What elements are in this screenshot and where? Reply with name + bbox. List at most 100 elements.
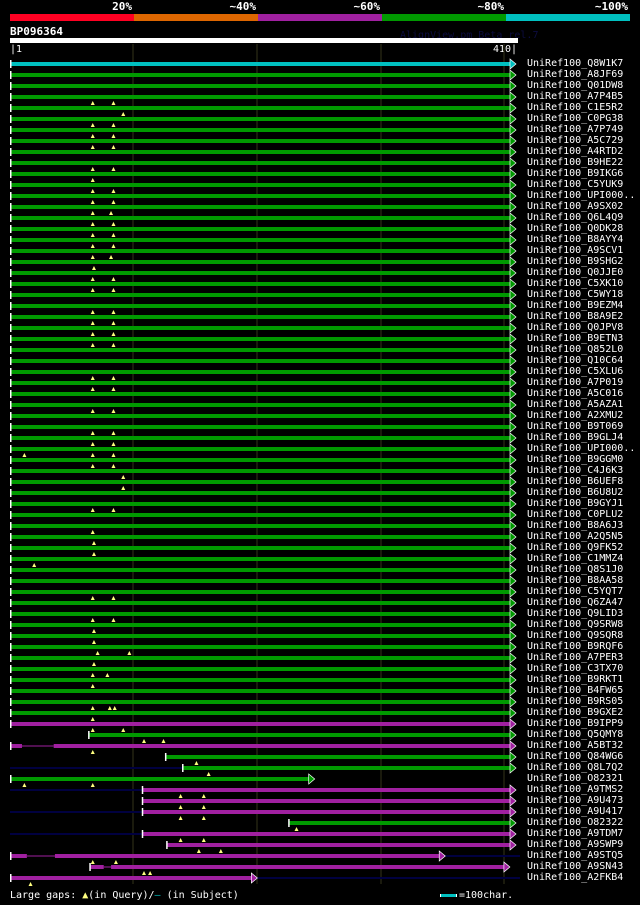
hit-label[interactable]: UniRef100_C0PLU2 — [527, 509, 623, 520]
query-gap-icon — [90, 409, 95, 413]
hit-label[interactable]: UniRef100_A8JF69 — [527, 69, 623, 80]
hit-end-arrow — [509, 839, 517, 851]
hit-start-tick — [10, 423, 12, 431]
hit-label[interactable]: UniRef100_C5YQT7 — [527, 586, 623, 597]
hit-label[interactable]: UniRef100_C5WY18 — [527, 289, 623, 300]
hit-label[interactable]: UniRef100_A2FKB4 — [527, 872, 623, 883]
hit-label[interactable]: UniRef100_B9GGM0 — [527, 454, 623, 465]
query-gap-icon — [111, 332, 116, 336]
hit-end-arrow — [509, 762, 517, 774]
hit-bar — [11, 700, 510, 704]
hit-label[interactable]: UniRef100_A9SX02 — [527, 201, 623, 212]
hit-label[interactable]: UniRef100_C5XLU6 — [527, 366, 623, 377]
hit-bar — [11, 590, 510, 594]
hit-label[interactable]: UniRef100_Q0JPV8 — [527, 322, 623, 333]
hit-label[interactable]: UniRef100_A9TMS2 — [527, 784, 623, 795]
hit-label[interactable]: UniRef100_B9HE22 — [527, 157, 623, 168]
hit-label[interactable]: UniRef100_B9RQF6 — [527, 641, 623, 652]
hit-label[interactable]: UniRef100_A7P4B5 — [527, 91, 623, 102]
hit-label[interactable]: UniRef100_A7PER3 — [527, 652, 623, 663]
hit-label[interactable]: UniRef100_Q6ZA47 — [527, 597, 623, 608]
query-gap-icon — [111, 409, 116, 413]
hit-start-tick — [10, 60, 12, 68]
hit-label[interactable]: UniRef100_B6U8U2 — [527, 487, 623, 498]
hit-bar — [11, 425, 510, 429]
hit-bar — [11, 315, 510, 319]
hit-end-arrow — [509, 410, 517, 422]
hit-label[interactable]: UniRef100_B9GYJ1 — [527, 498, 623, 509]
hit-end-arrow — [509, 190, 517, 202]
hit-label[interactable]: UniRef100_B8AYY4 — [527, 234, 623, 245]
hit-label[interactable]: UniRef100_A7P019 — [527, 377, 623, 388]
hit-label[interactable]: UniRef100_Q0JJE0 — [527, 267, 623, 278]
hit-label[interactable]: UniRef100_B9IKG6 — [527, 168, 623, 179]
hit-label[interactable]: UniRef100_Q8L7Q2 — [527, 762, 623, 773]
hit-label[interactable]: UniRef100_C1MMZ4 — [527, 553, 623, 564]
hit-label[interactable]: UniRef100_Q8S1J0 — [527, 564, 623, 575]
hit-label[interactable]: UniRef100_O82322 — [527, 817, 623, 828]
hit-label[interactable]: UniRef100_B4FW65 — [527, 685, 623, 696]
hit-label[interactable]: UniRef100_A5C016 — [527, 388, 623, 399]
hit-label[interactable]: UniRef100_UPI000.. — [527, 443, 635, 454]
hit-start-tick — [141, 808, 144, 816]
hit-label[interactable]: UniRef100_A9U417 — [527, 806, 623, 817]
hit-label[interactable]: UniRef100_Q84WG6 — [527, 751, 623, 762]
hit-label[interactable]: UniRef100_A5BT32 — [527, 740, 623, 751]
hit-label[interactable]: UniRef100_Q9SQR8 — [527, 630, 623, 641]
hit-label[interactable]: UniRef100_Q10C64 — [527, 355, 623, 366]
hit-label[interactable]: UniRef100_Q01DW8 — [527, 80, 623, 91]
hit-label[interactable]: UniRef100_C0PG38 — [527, 113, 623, 124]
hit-label[interactable]: UniRef100_Q852L0 — [527, 344, 623, 355]
hit-label[interactable]: UniRef100_A9SCV1 — [527, 245, 623, 256]
query-gap-icon — [111, 123, 116, 127]
hit-label[interactable]: UniRef100_A5C729 — [527, 135, 623, 146]
hit-start-tick — [10, 159, 12, 167]
hit-label[interactable]: UniRef100_A9SWP9 — [527, 839, 623, 850]
hit-label[interactable]: UniRef100_Q5QMY8 — [527, 729, 623, 740]
hit-label[interactable]: UniRef100_B9ETN3 — [527, 333, 623, 344]
hit-label[interactable]: UniRef100_A9TDM7 — [527, 828, 623, 839]
query-gap-icon — [90, 200, 95, 204]
hit-label[interactable]: UniRef100_A5AZA1 — [527, 399, 623, 410]
hit-label[interactable]: UniRef100_B9EZM4 — [527, 300, 623, 311]
hit-label[interactable]: UniRef100_A9STQ5 — [527, 850, 623, 861]
query-gap-icon — [111, 288, 116, 292]
hit-label[interactable]: UniRef100_B8A9E2 — [527, 311, 623, 322]
hit-label[interactable]: UniRef100_A4RTD2 — [527, 146, 623, 157]
hit-label[interactable]: UniRef100_C5YUK9 — [527, 179, 623, 190]
hit-label[interactable]: UniRef100_B9SHG2 — [527, 256, 623, 267]
hit-label[interactable]: UniRef100_C1E5R2 — [527, 102, 623, 113]
hit-label[interactable]: UniRef100_B9IPP9 — [527, 718, 623, 729]
query-gap-icon — [90, 387, 95, 391]
hit-label[interactable]: UniRef100_A2XMU2 — [527, 410, 623, 421]
hit-label[interactable]: UniRef100_B8AA58 — [527, 575, 623, 586]
hit-label[interactable]: UniRef100_C3TX70 — [527, 663, 623, 674]
hit-label[interactable]: UniRef100_B6UEF8 — [527, 476, 623, 487]
hit-label[interactable]: UniRef100_A9SN43 — [527, 861, 623, 872]
hit-label[interactable]: UniRef100_B8A6J3 — [527, 520, 623, 531]
hit-label[interactable]: UniRef100_Q0DK28 — [527, 223, 623, 234]
hit-end-arrow — [509, 784, 517, 796]
hit-label[interactable]: UniRef100_Q9LID3 — [527, 608, 623, 619]
hit-label[interactable]: UniRef100_O82321 — [527, 773, 623, 784]
hit-label[interactable]: UniRef100_Q9SRW8 — [527, 619, 623, 630]
hit-bar — [11, 722, 510, 726]
hit-label[interactable]: UniRef100_C5XK10 — [527, 278, 623, 289]
hit-start-tick — [10, 511, 12, 519]
hit-label[interactable]: UniRef100_A7P749 — [527, 124, 623, 135]
hit-label[interactable]: UniRef100_A9U473 — [527, 795, 623, 806]
hit-label[interactable]: UniRef100_Q8W1K7 — [527, 58, 623, 69]
hit-label[interactable]: UniRef100_B9GLJ4 — [527, 432, 623, 443]
hit-label[interactable]: UniRef100_B9GXE2 — [527, 707, 623, 718]
hit-label[interactable]: UniRef100_B9T069 — [527, 421, 623, 432]
hit-label[interactable]: UniRef100_Q6L4Q9 — [527, 212, 623, 223]
hit-label[interactable]: UniRef100_C4J6K3 — [527, 465, 623, 476]
hit-label[interactable]: UniRef100_A2Q5N5 — [527, 531, 623, 542]
hit-label[interactable]: UniRef100_B9RKT1 — [527, 674, 623, 685]
hit-start-tick — [10, 489, 12, 497]
query-gap-icon — [90, 431, 95, 435]
hit-label[interactable]: UniRef100_B9RS05 — [527, 696, 623, 707]
hit-label[interactable]: UniRef100_Q9FK52 — [527, 542, 623, 553]
hit-label[interactable]: UniRef100_UPI000.. — [527, 190, 635, 201]
hit-bar — [142, 810, 511, 814]
